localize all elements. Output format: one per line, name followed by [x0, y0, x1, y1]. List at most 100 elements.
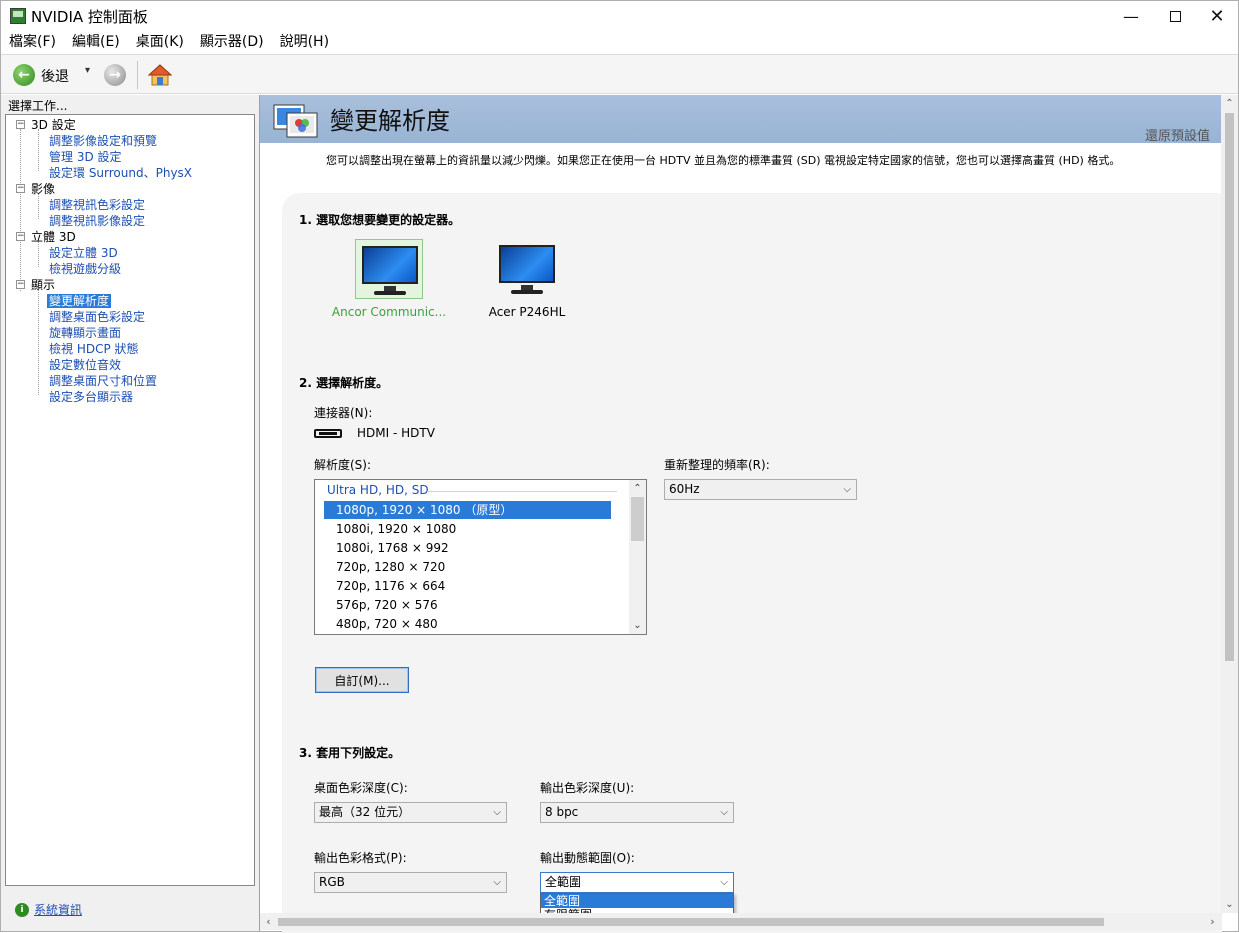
system-information[interactable]: i 系統資訊	[15, 901, 82, 918]
minimize-button[interactable]: —	[1108, 1, 1154, 31]
page-title: 變更解析度	[330, 107, 450, 135]
tree-item-setup-stereoscopic-3d[interactable]: 設定立體 3D	[49, 245, 118, 261]
collapse-icon[interactable]: −	[16, 232, 25, 241]
output-color-depth-label: 輸出色彩深度(U):	[540, 781, 635, 795]
tree-item-video-image-settings[interactable]: 調整視訊影像設定	[49, 213, 145, 229]
customize-button[interactable]: 自訂(M)...	[315, 667, 409, 693]
tree-category-stereoscopic-3d[interactable]: − 立體 3D	[16, 229, 76, 245]
collapse-icon[interactable]: −	[16, 120, 25, 129]
tree-item-rotate-display[interactable]: 旋轉顯示畫面	[49, 325, 121, 341]
resolution-option[interactable]: 720p, 1176 × 664	[324, 577, 611, 595]
menu-bar: 檔案(F) 編輯(E) 桌面(K) 顯示器(D) 說明(H)	[1, 31, 1238, 53]
refresh-rate-select[interactable]: 60Hz ⌵	[664, 479, 857, 500]
scroll-up-icon[interactable]: ⌃	[629, 480, 646, 497]
tree-label: 設定環 Surround、PhysX	[49, 166, 193, 180]
tree-item-view-game-ratings[interactable]: 檢視遊戲分級	[49, 261, 121, 277]
tree-item-view-hdcp-status[interactable]: 檢視 HDCP 狀態	[49, 341, 139, 357]
tree-label: 旋轉顯示畫面	[49, 326, 122, 340]
resolution-option[interactable]: 576p, 720 × 576	[324, 596, 611, 614]
tree-item-adjust-image-settings[interactable]: 調整影像設定和預覽	[49, 133, 157, 149]
refresh-rate-value: 60Hz	[669, 482, 700, 496]
scrollbar-thumb[interactable]	[1225, 113, 1234, 661]
close-button[interactable]: ✕	[1194, 1, 1239, 31]
menu-desktop[interactable]: 桌面(K)	[128, 31, 192, 53]
task-pane: 選擇工作... − 3D 設定 調整影像設定和預覽 管理 3D 設定 設定環 S…	[1, 95, 259, 931]
back-arrow-icon[interactable]: ←	[13, 64, 35, 86]
back-history-dropdown-icon[interactable]: ▾	[85, 65, 90, 76]
tree-item-digital-audio[interactable]: 設定數位音效	[49, 357, 121, 373]
scroll-up-icon[interactable]: ⌃	[1221, 95, 1238, 112]
chevron-down-icon: ⌵	[493, 807, 501, 818]
tree-item-change-resolution[interactable]: 變更解析度	[47, 293, 112, 309]
resolution-group-header: Ultra HD, HD, SD	[327, 483, 429, 497]
tree-item-adjust-desktop-color[interactable]: 調整桌面色彩設定	[49, 309, 145, 325]
content-vertical-scrollbar[interactable]: ⌃ ⌄	[1221, 95, 1238, 913]
tree-item-video-color-settings[interactable]: 調整視訊色彩設定	[49, 197, 145, 213]
settings-panel: 1. 選取您想要變更的設定器。 Ancor Communic... Acer P…	[282, 193, 1222, 933]
display-ancor[interactable]: Ancor Communic...	[322, 239, 446, 329]
resolution-option[interactable]: 480p, 720 × 480	[324, 615, 611, 633]
resolution-option[interactable]: 1080i, 1920 × 1080	[324, 520, 611, 538]
maximize-icon	[1169, 10, 1181, 22]
page-description: 您可以調整出現在螢幕上的資訊量以減少閃爍。如果您正在使用一台 HDTV 並且為您…	[326, 154, 1121, 167]
back-button-label[interactable]: 後退	[41, 66, 69, 86]
group-divider	[427, 491, 617, 492]
forward-arrow-glyph: →	[109, 67, 121, 83]
resolution-option[interactable]: 720p, 1280 × 720	[324, 558, 611, 576]
resolution-list[interactable]: Ultra HD, HD, SD 1080p, 1920 × 1080 （原型）…	[314, 479, 647, 635]
tree-connector	[20, 129, 21, 291]
menu-edit[interactable]: 編輯(E)	[64, 31, 128, 53]
output-dynamic-range-select[interactable]: 全範圍 ⌵	[540, 872, 734, 893]
page-header: 變更解析度 還原預設值	[260, 95, 1222, 144]
scrollbar-thumb[interactable]	[631, 497, 644, 541]
content-horizontal-scrollbar[interactable]: ‹ ›	[260, 913, 1222, 930]
section-apply-settings-title: 3. 套用下列設定。	[299, 746, 401, 760]
info-icon: i	[15, 902, 29, 917]
monitor-icon	[355, 239, 423, 299]
desktop-color-depth-select[interactable]: 最高（32 位元） ⌵	[314, 802, 507, 823]
resolution-option[interactable]: 1080p, 1920 × 1080 （原型）	[324, 501, 611, 519]
menu-file[interactable]: 檔案(F)	[1, 31, 64, 53]
tree-connector	[38, 129, 39, 171]
resolution-list-scrollbar[interactable]: ⌃ ⌄	[629, 480, 646, 634]
resolution-option[interactable]: 1080i, 1768 × 992	[324, 539, 611, 557]
system-info-link[interactable]: 系統資訊	[34, 901, 82, 918]
output-dynamic-range-label: 輸出動態範圍(O):	[540, 851, 635, 865]
menu-display[interactable]: 顯示器(D)	[192, 31, 272, 53]
maximize-button[interactable]	[1152, 1, 1198, 31]
forward-arrow-icon[interactable]: →	[104, 64, 126, 86]
restore-defaults-link[interactable]: 還原預設值	[1145, 125, 1210, 144]
home-icon[interactable]	[147, 62, 173, 88]
scroll-down-icon[interactable]: ⌄	[1221, 896, 1238, 913]
output-color-depth-select[interactable]: 8 bpc ⌵	[540, 802, 734, 823]
output-color-format-select[interactable]: RGB ⌵	[314, 872, 507, 893]
tree-label: 變更解析度	[47, 294, 112, 308]
scroll-down-icon[interactable]: ⌄	[629, 617, 646, 634]
output-dynamic-range-value: 全範圍	[545, 875, 582, 889]
scroll-left-icon[interactable]: ‹	[260, 913, 277, 930]
chevron-down-icon: ⌵	[720, 807, 728, 818]
tree-item-multiple-displays[interactable]: 設定多台顯示器	[49, 389, 133, 405]
menu-help[interactable]: 說明(H)	[272, 31, 337, 53]
scrollbar-thumb[interactable]	[278, 918, 1104, 926]
tree-label: 立體 3D	[31, 230, 76, 244]
tree-label: 調整視訊影像設定	[49, 214, 146, 228]
tree-item-manage-3d-settings[interactable]: 管理 3D 設定	[49, 149, 122, 165]
collapse-icon[interactable]: −	[16, 184, 25, 193]
tree-item-configure-surround-physx[interactable]: 設定環 Surround、PhysX	[49, 165, 192, 181]
tree-label: 顯示	[31, 278, 56, 292]
tree-label: 調整視訊色彩設定	[49, 198, 146, 212]
tree-category-video[interactable]: − 影像	[16, 181, 55, 197]
tree-connector	[38, 289, 39, 395]
nvidia-control-panel-window: NVIDIA 控制面板 — ✕ 檔案(F) 編輯(E) 桌面(K) 顯示器(D)…	[0, 0, 1239, 933]
tree-category-display[interactable]: − 顯示	[16, 277, 55, 293]
display-name: Acer P246HL	[488, 305, 566, 319]
display-name: Ancor Communic...	[331, 305, 447, 319]
toolbar: ← 後退 ▾ →	[1, 54, 1238, 94]
dropdown-option-full-range[interactable]: 全範圍	[541, 894, 733, 908]
display-acer-p246hl[interactable]: Acer P246HL	[460, 239, 580, 329]
tree-category-3d-settings[interactable]: − 3D 設定	[16, 117, 76, 133]
collapse-icon[interactable]: −	[16, 280, 25, 289]
scroll-right-icon[interactable]: ›	[1204, 913, 1221, 930]
tree-item-desktop-size-position[interactable]: 調整桌面尺寸和位置	[49, 373, 157, 389]
